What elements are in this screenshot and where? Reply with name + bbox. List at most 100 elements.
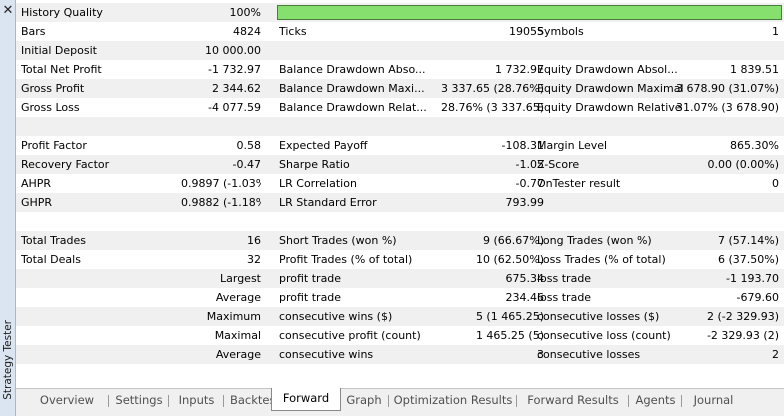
metric-value: 2 344.62 xyxy=(212,82,261,95)
metric-value: 28.76% (3 337.65) xyxy=(440,101,544,114)
metric-group-label: Maximal xyxy=(214,329,261,342)
report-row: Total Deals 32 Profit Trades (% of total) 1… xyxy=(16,250,784,269)
metric-value: 1 465.25 (5) xyxy=(475,329,544,342)
strategy-tester-side-panel: ✕ Strategy Tester xyxy=(0,0,16,416)
metric-value: -1 193.70 xyxy=(726,272,779,285)
metric-label: Gross Loss xyxy=(21,101,80,114)
metric-group-label: Average xyxy=(215,348,261,361)
metric-label: Ticks xyxy=(279,25,307,38)
metric-value: 10 000.00 xyxy=(205,44,261,57)
metric-label: Balance Drawdown Abso... xyxy=(279,63,426,76)
metric-value: -0.77 xyxy=(515,177,544,190)
tab-overview[interactable]: Overview xyxy=(25,390,109,411)
metric-value: 100% xyxy=(229,6,261,19)
tab-graph[interactable]: Graph xyxy=(339,390,389,411)
report-row: GHPR 0.9882 (-1.18%) LR Standard Error 793.… xyxy=(16,193,784,212)
report-row: Bars 4824 Ticks 19055 Symbols 1 xyxy=(16,22,784,41)
metric-group-label: Largest xyxy=(220,272,261,285)
metric-value: 7 (57.14%) xyxy=(717,234,779,247)
metric-label: Bars xyxy=(21,25,46,38)
report-row: profit trade 234.46 loss trade -679.60 Avera… xyxy=(16,288,784,307)
metric-value: 3 337.65 (28.76%) xyxy=(440,82,544,95)
metric-value: 3 xyxy=(537,348,544,361)
metric-value: 6 (37.50%) xyxy=(717,253,779,266)
metric-value: 16 xyxy=(247,234,261,247)
panel-title: Strategy Tester xyxy=(2,320,14,400)
report-row: History Quality 100% xyxy=(16,3,784,22)
metric-value: 31.07% (3 678.90) xyxy=(675,101,779,114)
report-row: Profit Factor 0.58 Expected Payoff -108.31 M… xyxy=(16,136,784,155)
metric-value: -679.60 xyxy=(736,291,779,304)
metric-value: 9 (66.67%) xyxy=(482,234,544,247)
metric-value: 1 839.51 xyxy=(730,63,779,76)
metric-value: 10 (62.50%) xyxy=(475,253,544,266)
spacer-row xyxy=(16,212,784,231)
metric-value: 0 xyxy=(772,177,779,190)
metric-label: Total Deals xyxy=(21,253,81,266)
report-row: consecutive wins ($) 5 (1 465.25) consecut… xyxy=(16,307,784,326)
tab-inputs[interactable]: Inputs xyxy=(169,390,224,411)
metric-value: -4 077.59 xyxy=(208,101,261,114)
report-row: Gross Profit 2 344.62 Balance Drawdown Max… xyxy=(16,79,784,98)
metric-label: profit trade xyxy=(279,291,342,304)
metric-value: 234.46 xyxy=(505,291,545,304)
tab-settings[interactable]: Settings xyxy=(109,390,169,411)
metric-label: consecutive wins xyxy=(279,348,374,361)
metric-label: AHPR xyxy=(21,177,52,190)
backtest-report-table: History Quality 100% Bars 4824 Ticks 19055 Sym… xyxy=(16,3,784,388)
metric-value: 0.00 (0.00%) xyxy=(707,158,779,171)
metric-label: profit trade xyxy=(279,272,342,285)
metric-value: -108.31 xyxy=(501,139,544,152)
tab-agents[interactable]: Agents xyxy=(629,390,682,411)
metric-label: LR Correlation xyxy=(279,177,357,190)
strategy-tester-window: ✕ Strategy Tester History Quality 100% Bar… xyxy=(0,0,784,416)
metric-label: consecutive profit (count) xyxy=(279,329,421,342)
metric-value: 0.58 xyxy=(236,139,262,152)
metric-label: consecutive wins ($) xyxy=(279,310,393,323)
metric-value: -2 329.93 (2) xyxy=(706,329,779,342)
metric-label: Recovery Factor xyxy=(21,158,110,171)
history-quality-bar xyxy=(277,5,782,20)
report-row: consecutive profit (count) 1 465.25 (5) co… xyxy=(16,326,784,345)
metric-label: LR Standard Error xyxy=(279,196,377,209)
metric-value: 0.9882 (-1.18%) xyxy=(181,196,261,209)
metric-label: History Quality xyxy=(21,6,103,19)
metric-value: 675.34 xyxy=(505,272,545,285)
report-row: Initial Deposit 10 000.00 xyxy=(16,41,784,60)
tab-forward-results[interactable]: Forward Results xyxy=(517,390,629,411)
metric-value: 2 (-2 329.93) xyxy=(706,310,779,323)
metric-value: -1 732.97 xyxy=(208,63,261,76)
metric-label: Sharpe Ratio xyxy=(279,158,350,171)
spacer-row xyxy=(16,364,784,383)
metric-label: Profit Factor xyxy=(21,139,87,152)
close-icon[interactable]: ✕ xyxy=(2,4,14,17)
report-row: AHPR0.9897 (-1.03%)LR Correlation-0.77On… xyxy=(16,174,784,193)
metric-label: GHPR xyxy=(21,196,53,209)
metric-value: 4824 xyxy=(233,25,261,38)
tester-tab-bar: Overview Settings Inputs Backtest Forward Gra… xyxy=(16,388,784,416)
metric-label: Total Trades xyxy=(21,234,87,247)
metric-label: Balance Drawdown Relat... xyxy=(279,101,427,114)
metric-label: Total Net Profit xyxy=(21,63,102,76)
metric-value: 793.99 xyxy=(505,196,545,209)
metric-value: 1 xyxy=(772,25,779,38)
tab-journal[interactable]: Journal xyxy=(682,390,745,411)
report-row: consecutive wins 3 consecutive losses 2 Aver… xyxy=(16,345,784,364)
report-row: Total Net Profit -1 732.97 Balance Drawdow… xyxy=(16,60,784,79)
metric-label: Expected Payoff xyxy=(279,139,368,152)
report-row: Gross Loss -4 077.59 Balance Drawdown Rela… xyxy=(16,98,784,117)
metric-value: 2 xyxy=(772,348,779,361)
metric-group-label: Maximum xyxy=(206,310,261,323)
metric-value: 32 xyxy=(247,253,261,266)
metric-value: 19055 xyxy=(509,25,544,38)
metric-value: 3 678.90 (31.07%) xyxy=(675,82,779,95)
report-row: profit trade 675.34 loss trade -1 193.70 Lar… xyxy=(16,269,784,288)
tab-optimization-results[interactable]: Optimization Results xyxy=(389,390,517,411)
metric-label: Balance Drawdown Maxi... xyxy=(279,82,425,95)
metric-value: 1 732.97 xyxy=(495,63,544,76)
report-row: Recovery Factor -0.47 Sharpe Ratio -1.05 Z-S… xyxy=(16,155,784,174)
spacer-row xyxy=(16,117,784,136)
metric-value: 865.30% xyxy=(730,139,779,152)
metric-label: Profit Trades (% of total) xyxy=(279,253,413,266)
tab-forward[interactable]: Forward xyxy=(271,388,341,411)
